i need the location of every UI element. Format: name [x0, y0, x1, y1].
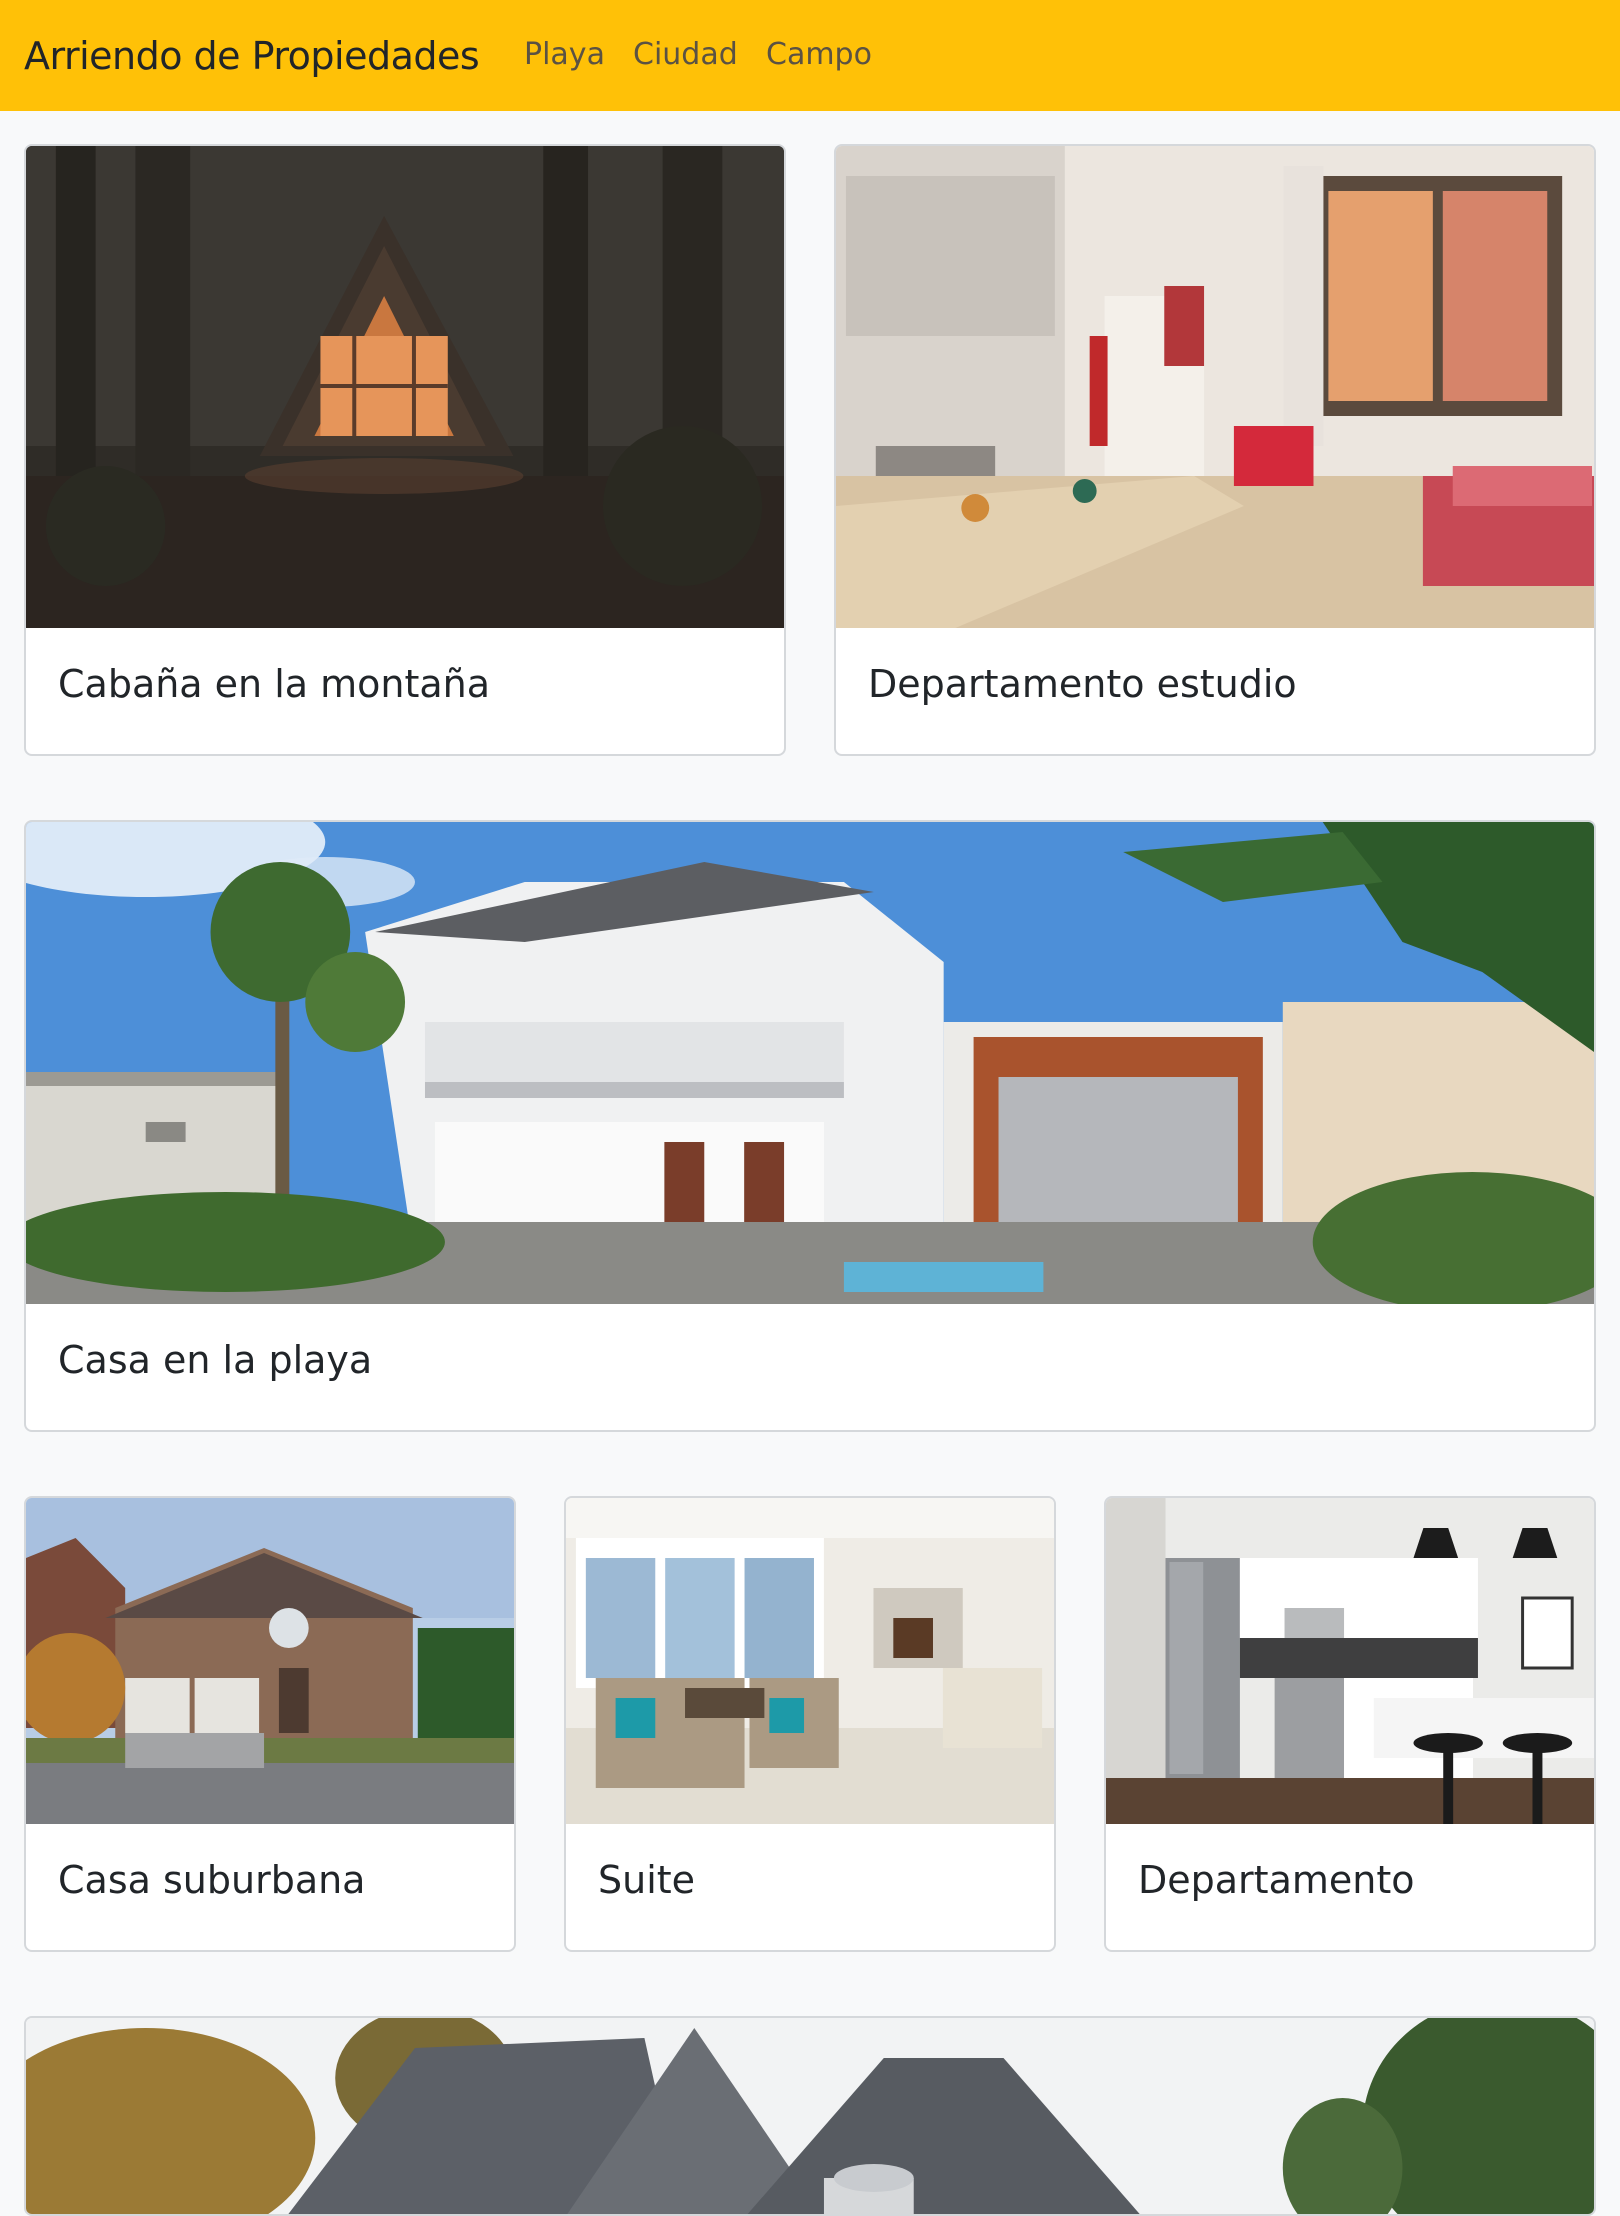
kitchen-image: [1106, 1498, 1594, 1824]
suite-image: [566, 1498, 1054, 1824]
nav-link-ciudad[interactable]: Ciudad: [633, 34, 738, 76]
beach-house-image: [26, 822, 1594, 1304]
card-title-beach-house: Casa en la playa: [58, 1338, 373, 1382]
navbar: Arriendo de Propiedades Playa Ciudad Cam…: [0, 0, 1620, 111]
nav-link-playa[interactable]: Playa: [524, 34, 605, 76]
property-card-beach-house[interactable]: Casa en la playa: [24, 820, 1596, 1432]
brand-link[interactable]: Arriendo de Propiedades: [24, 31, 480, 81]
property-card-studio[interactable]: Departamento estudio: [834, 144, 1596, 756]
card-title-departamento: Departamento: [1138, 1858, 1415, 1902]
property-card-large-house[interactable]: [24, 2016, 1596, 2216]
large-house-image: [26, 2018, 1594, 2214]
property-card-suite[interactable]: Suite: [564, 1496, 1056, 1952]
suburban-house-image: [26, 1498, 514, 1824]
studio-image: [836, 146, 1594, 628]
property-card-suburban[interactable]: Casa suburbana: [24, 1496, 516, 1952]
card-title-suite: Suite: [598, 1858, 696, 1902]
property-card-cabin[interactable]: Cabaña en la montaña: [24, 144, 786, 756]
card-title-cabin: Cabaña en la montaña: [58, 662, 491, 706]
card-title-studio: Departamento estudio: [868, 662, 1297, 706]
property-card-departamento[interactable]: Departamento: [1104, 1496, 1596, 1952]
card-title-suburban: Casa suburbana: [58, 1858, 366, 1902]
nav-link-campo[interactable]: Campo: [766, 34, 872, 76]
cabin-image: [26, 146, 784, 628]
